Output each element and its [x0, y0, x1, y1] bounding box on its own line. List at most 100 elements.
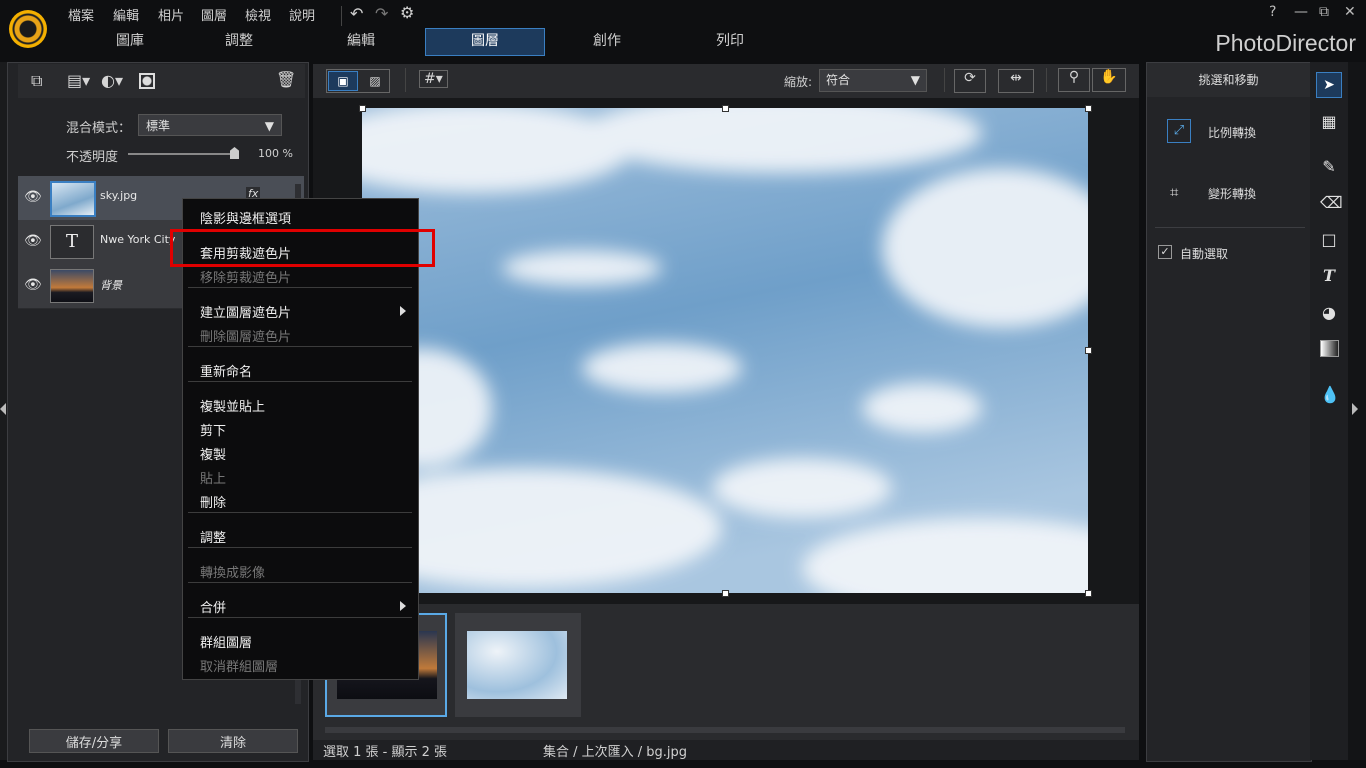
layers-toolbar — [18, 64, 305, 98]
app-logo-icon[interactable] — [9, 10, 47, 48]
close-button[interactable]: ✕ — [1344, 4, 1356, 20]
redo-icon[interactable]: ↷ — [375, 4, 388, 23]
collapse-left-icon[interactable] — [0, 403, 6, 415]
resize-handle[interactable] — [722, 590, 729, 597]
menu-item-ungroup-layers[interactable]: 取消群組圖層 — [200, 656, 278, 675]
menu-separator — [188, 287, 412, 288]
gear-icon[interactable]: ⚙ — [400, 3, 414, 22]
zoom-value: 符合 — [826, 73, 851, 87]
menu-divider — [341, 6, 342, 26]
rotate-icon[interactable]: ⟳ — [954, 69, 986, 93]
tool-panel-title: 挑選和移動 — [1147, 63, 1310, 97]
view-mode-group: ▣ ▨ — [326, 69, 390, 93]
opacity-value: 100 % — [258, 147, 293, 160]
rectangle-icon[interactable]: □ — [1320, 230, 1338, 249]
grid-icon[interactable]: #▾ — [419, 70, 448, 88]
image-view-icon[interactable]: ▨ — [361, 71, 389, 91]
panel-divider — [1155, 227, 1305, 228]
resize-handle[interactable] — [722, 105, 729, 112]
adjustment-icon[interactable]: ◐▾ — [101, 71, 123, 90]
chevron-down-icon: ▼ — [910, 73, 920, 87]
menu-photo[interactable]: 相片 — [158, 5, 184, 24]
add-layer-icon[interactable]: ⧉ — [31, 71, 42, 91]
selection-status: 選取 1 張 - 顯示 2 張 — [323, 745, 448, 760]
tab-library[interactable]: 圖庫 — [71, 28, 189, 54]
blur-drop-icon[interactable]: 💧 — [1320, 385, 1340, 404]
fill-bucket-icon[interactable]: ◕ — [1320, 303, 1338, 322]
toolbar-divider — [405, 68, 406, 92]
annotation-highlight-box — [170, 229, 435, 267]
auto-select-checkbox[interactable]: ✓ — [1158, 245, 1172, 259]
layer-image[interactable] — [362, 108, 1088, 593]
menu-item-rename[interactable]: 重新命名 — [200, 361, 252, 380]
scale-transform-option[interactable]: 比例轉換 — [1208, 124, 1256, 141]
help-button[interactable]: ? — [1269, 4, 1276, 20]
tab-adjust[interactable]: 調整 — [180, 28, 298, 54]
gradient-icon[interactable] — [1320, 340, 1339, 357]
restore-button[interactable]: ⧉ — [1319, 4, 1329, 20]
warp-transform-option[interactable]: 變形轉換 — [1208, 185, 1256, 202]
menu-item-create-layer-mask[interactable]: 建立圖層遮色片 — [200, 302, 291, 321]
menu-item-cut[interactable]: 剪下 — [200, 420, 226, 439]
menu-item-adjust[interactable]: 調整 — [200, 527, 226, 546]
visibility-eye-icon[interactable]: 👁 — [24, 277, 42, 293]
submenu-arrow-icon — [400, 306, 406, 316]
menu-item-copy[interactable]: 複製 — [200, 444, 226, 463]
layer-options-icon[interactable]: ▤▾ — [67, 71, 90, 90]
layer-thumbnail — [50, 181, 96, 217]
blend-mode-select[interactable]: 標準 ▼ — [138, 114, 282, 136]
menu-edit[interactable]: 編輯 — [113, 5, 139, 24]
selection-brush-icon[interactable]: ▦ — [1320, 112, 1338, 131]
auto-select-label: 自動選取 — [1180, 247, 1229, 261]
minimize-button[interactable]: — — [1294, 4, 1308, 20]
visibility-eye-icon[interactable]: 👁 — [24, 189, 42, 205]
scale-icon[interactable]: ⤢ — [1167, 119, 1191, 143]
flip-icon[interactable]: ⇹ — [998, 69, 1034, 93]
resize-handle[interactable] — [1085, 590, 1092, 597]
brush-icon[interactable]: ✎ — [1320, 157, 1338, 176]
hand-icon[interactable]: ✋ — [1092, 68, 1126, 92]
tab-print[interactable]: 列印 — [671, 28, 789, 54]
menu-view[interactable]: 檢視 — [245, 5, 271, 24]
brand-title: PhotoDirector — [1215, 30, 1356, 56]
menu-item-delete-layer-mask[interactable]: 刪除圖層遮色片 — [200, 326, 291, 345]
layer-view-icon[interactable]: ▣ — [328, 71, 358, 91]
undo-icon[interactable]: ↶ — [350, 4, 363, 23]
sky-image — [362, 108, 1088, 593]
menu-item-paste[interactable]: 貼上 — [200, 468, 226, 487]
resize-handle[interactable] — [1085, 105, 1092, 112]
tab-layers[interactable]: 圖層 — [425, 28, 545, 56]
zoom-icon[interactable]: ⚲ — [1058, 68, 1090, 92]
zoom-label: 縮放: — [784, 75, 813, 89]
visibility-eye-icon[interactable]: 👁 — [24, 233, 42, 249]
filmstrip-item[interactable] — [455, 613, 581, 717]
tab-edit[interactable]: 編輯 — [302, 28, 420, 54]
menu-item-shadow-border-options[interactable]: 陰影與邊框選項 — [200, 208, 291, 227]
text-tool-icon[interactable]: T — [1320, 266, 1338, 285]
menu-item-convert-to-image[interactable]: 轉換成影像 — [200, 562, 265, 581]
trash-icon[interactable]: 🗑 — [276, 70, 296, 89]
menu-item-merge[interactable]: 合併 — [200, 597, 226, 616]
clear-button[interactable]: 清除 — [168, 729, 298, 753]
menu-item-delete[interactable]: 刪除 — [200, 492, 226, 511]
collapse-right-icon[interactable] — [1352, 403, 1358, 415]
menu-file[interactable]: 檔案 — [68, 5, 94, 24]
opacity-slider-track[interactable] — [128, 153, 238, 155]
warp-icon[interactable]: ⌗ — [1170, 183, 1178, 201]
menu-item-duplicate-paste[interactable]: 複製並貼上 — [200, 396, 265, 415]
filmstrip-scrollbar[interactable] — [325, 727, 1125, 733]
menu-help[interactable]: 說明 — [289, 5, 315, 24]
select-arrow-icon[interactable]: ➤ — [1316, 72, 1342, 98]
menu-item-group-layers[interactable]: 群組圖層 — [200, 632, 252, 651]
mask-icon[interactable] — [139, 73, 155, 89]
menu-item-remove-clipping-mask[interactable]: 移除剪裁遮色片 — [200, 267, 291, 286]
toolbar-divider — [1046, 68, 1047, 92]
zoom-select[interactable]: 符合 ▼ — [819, 69, 927, 92]
resize-handle[interactable] — [359, 105, 366, 112]
resize-handle[interactable] — [1085, 347, 1092, 354]
menu-layer[interactable]: 圖層 — [201, 5, 227, 24]
eraser-icon[interactable]: ⌫ — [1320, 193, 1343, 212]
layer-name: sky.jpg — [100, 189, 138, 202]
tab-create[interactable]: 創作 — [548, 28, 666, 54]
save-share-button[interactable]: 儲存/分享 — [29, 729, 159, 753]
